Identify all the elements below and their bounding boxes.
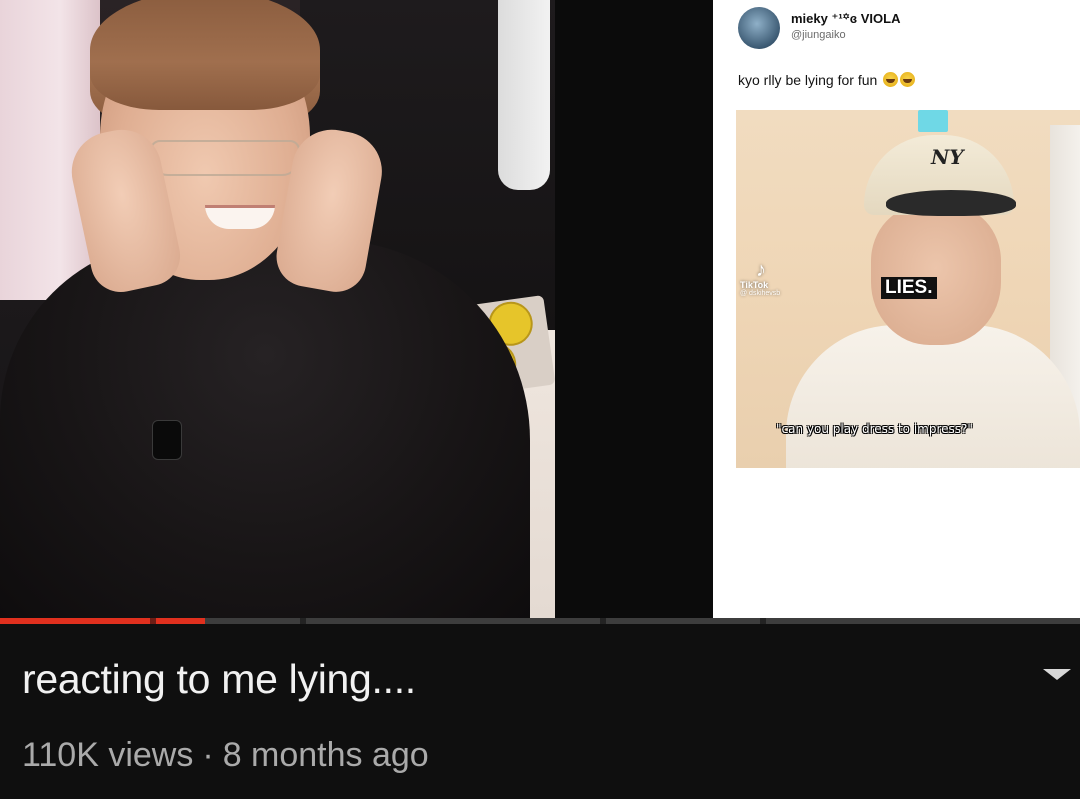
video-info: reacting to me lying.... 110K views · 8 mo… bbox=[0, 624, 1080, 799]
tiktok-username: @ dskihevsb bbox=[740, 290, 781, 297]
tweet-media: NY ♪ TikTok @ dskihevsb LIES. "can you p… bbox=[736, 110, 1080, 468]
background-shirt bbox=[498, 0, 550, 190]
tweet-text: kyo rlly be lying for fun bbox=[738, 72, 916, 88]
video-meta: 110K views · 8 months ago bbox=[22, 736, 429, 775]
tiktok-watermark: ♪ TikTok @ dskihevsb bbox=[740, 260, 780, 297]
tweet-text-body: kyo rlly be lying for fun bbox=[738, 72, 878, 88]
lapel-mic bbox=[152, 420, 182, 460]
person-glasses bbox=[150, 140, 300, 176]
cap-logo: NY bbox=[931, 145, 964, 169]
tiktok-icon: ♪ bbox=[756, 259, 766, 281]
upload-age: 8 months ago bbox=[222, 736, 429, 774]
video-title[interactable]: reacting to me lying.... bbox=[22, 656, 416, 703]
person-hair-fringe bbox=[90, 0, 320, 110]
tiktok-label: TikTok bbox=[740, 280, 769, 290]
media-caption: "can you play dress to impress?" bbox=[776, 422, 973, 436]
meta-separator: · bbox=[202, 736, 214, 774]
person-body bbox=[0, 240, 530, 622]
cap-brim bbox=[886, 190, 1016, 216]
overlay-text: LIES. bbox=[881, 277, 937, 299]
tweet-display-name: mieky ⁺¹꙳ɞ VIOLA bbox=[791, 11, 901, 26]
chevron-down-icon[interactable] bbox=[1043, 669, 1071, 680]
video-photo-panel bbox=[0, 0, 555, 622]
avatar bbox=[738, 7, 780, 49]
background-object bbox=[918, 110, 948, 132]
person-tshirt bbox=[786, 325, 1080, 468]
loudly-crying-face-icon bbox=[883, 72, 899, 87]
tweet-handle: @jiungaiko bbox=[791, 29, 846, 41]
loudly-crying-face-icon bbox=[900, 72, 916, 87]
view-count: 110K views bbox=[22, 736, 194, 774]
person-face bbox=[871, 205, 1001, 345]
video-player[interactable]: mieky ⁺¹꙳ɞ VIOLA @jiungaiko kyo rlly be … bbox=[0, 0, 1080, 622]
tweet-card: mieky ⁺¹꙳ɞ VIOLA @jiungaiko kyo rlly be … bbox=[713, 0, 1080, 622]
